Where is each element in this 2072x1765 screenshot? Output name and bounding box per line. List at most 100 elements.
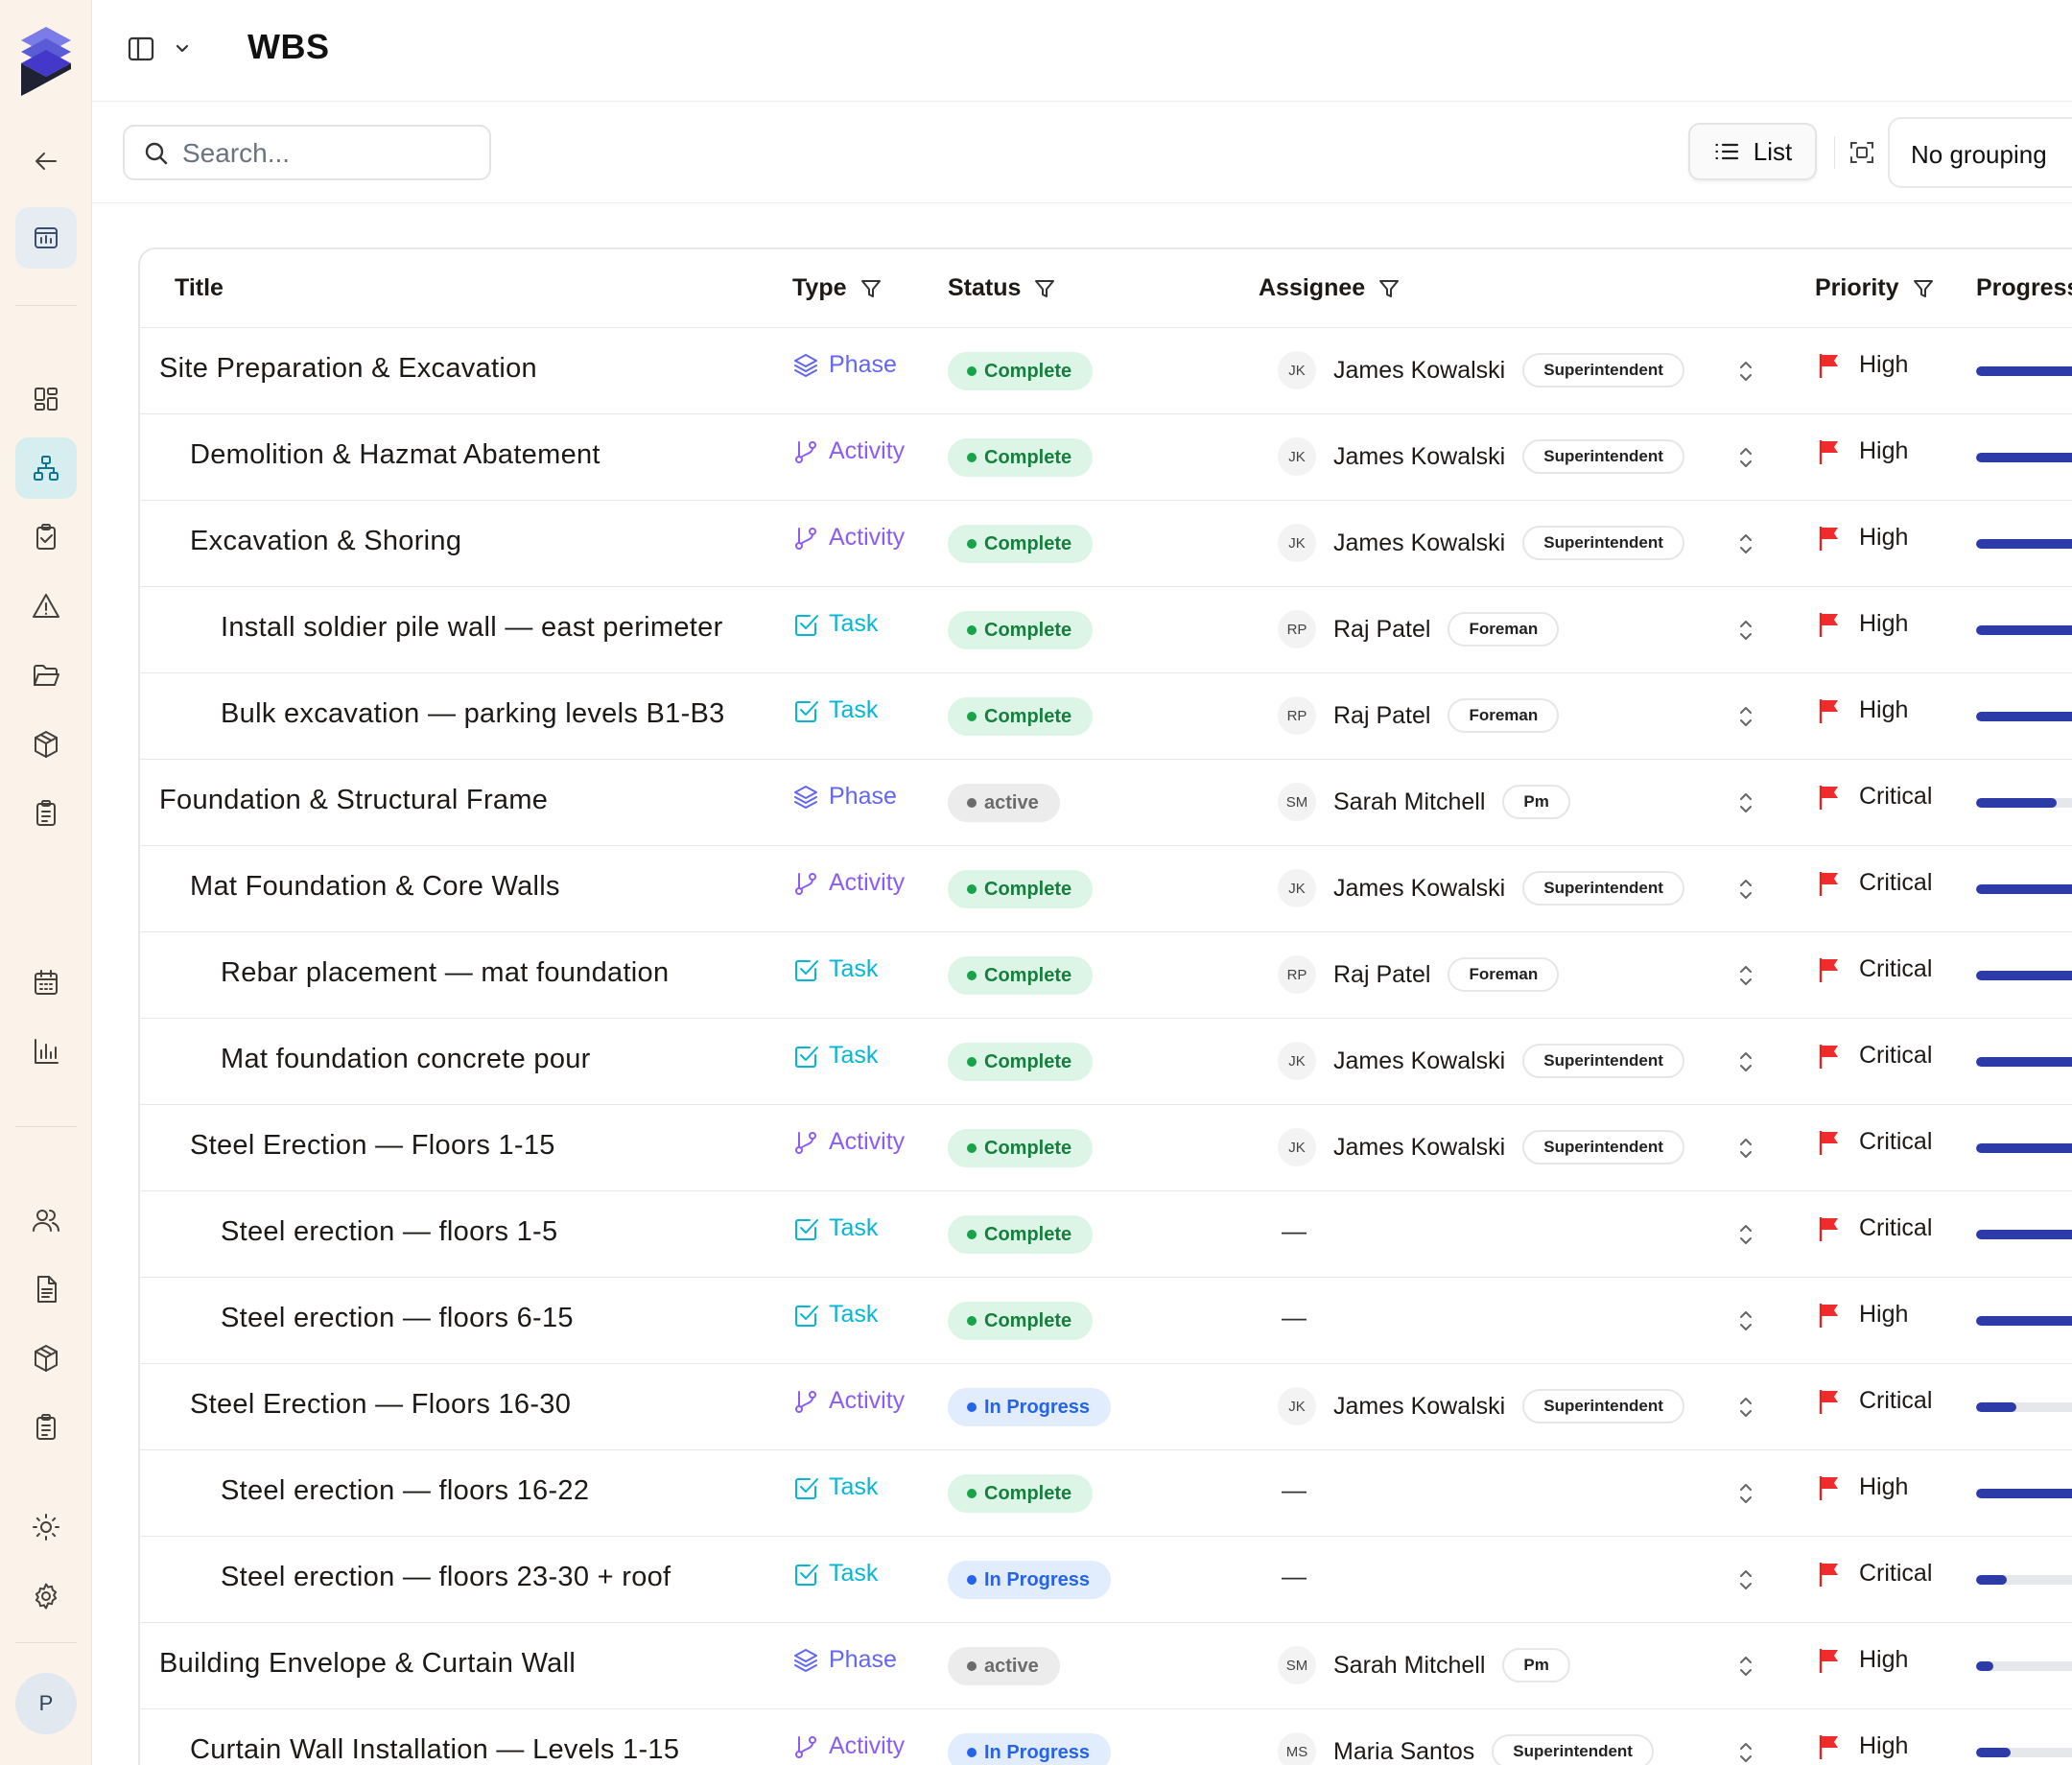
project-board-button[interactable] [15, 207, 77, 269]
status-badge[interactable]: Complete [948, 1215, 1094, 1254]
issues-nav[interactable] [15, 576, 77, 637]
search-input[interactable] [182, 136, 470, 171]
assignee-cell[interactable]: MS Maria Santos Superintendent [1278, 1732, 1654, 1765]
priority-cell[interactable]: Critical [1817, 1387, 1932, 1415]
status-badge[interactable]: Complete [948, 611, 1094, 649]
chevrons-up-down-icon[interactable] [1736, 1479, 1755, 1508]
status-badge[interactable]: In Progress [948, 1733, 1112, 1765]
table-row[interactable]: Curtain Wall Installation — Levels 1-15 A… [140, 1709, 2072, 1765]
filter-icon[interactable] [860, 278, 882, 299]
status-badge[interactable]: Complete [948, 1474, 1094, 1513]
chevrons-up-down-icon[interactable] [1736, 1565, 1755, 1594]
row-title[interactable]: Steel Erection — Floors 16-30 [190, 1389, 571, 1421]
priority-cell[interactable]: High [1817, 351, 1908, 379]
chevrons-up-down-icon[interactable] [1736, 1738, 1755, 1765]
chevron-down-icon[interactable] [173, 38, 192, 58]
team-nav[interactable] [15, 1189, 77, 1251]
status-badge[interactable]: Complete [948, 1043, 1094, 1081]
schedule-nav[interactable] [15, 952, 77, 1013]
status-badge[interactable]: In Progress [948, 1388, 1112, 1426]
settings-button[interactable] [15, 1565, 77, 1627]
layers-logo-icon[interactable] [19, 25, 73, 98]
table-row[interactable]: Install soldier pile wall — east perimet… [140, 587, 2072, 673]
inventory-nav[interactable] [15, 1328, 77, 1389]
assignee-cell[interactable]: JK James Kowalski Superintendent [1278, 351, 1684, 389]
chevrons-up-down-icon[interactable] [1736, 875, 1755, 904]
chevrons-up-down-icon[interactable] [1736, 702, 1755, 731]
table-row[interactable]: Building Envelope & Curtain Wall Phase act… [140, 1623, 2072, 1709]
reports-nav[interactable] [15, 783, 77, 844]
priority-cell[interactable]: High [1817, 1301, 1908, 1329]
status-badge[interactable]: Complete [948, 870, 1094, 908]
filter-icon[interactable] [1034, 278, 1055, 299]
table-row[interactable]: Steel erection — floors 1-5 Task Complete —… [140, 1191, 2072, 1278]
column-assignee[interactable]: Assignee [1259, 274, 1400, 302]
sidebar-toggle-icon[interactable] [127, 35, 155, 63]
row-title[interactable]: Demolition & Hazmat Abatement [190, 439, 600, 471]
status-badge[interactable]: In Progress [948, 1561, 1112, 1599]
row-title[interactable]: Steel erection — floors 23-30 + roof [221, 1562, 671, 1593]
chevrons-up-down-icon[interactable] [1736, 357, 1755, 386]
chevrons-up-down-icon[interactable] [1736, 1306, 1755, 1335]
priority-cell[interactable]: High [1817, 1473, 1908, 1501]
assignee-cell[interactable]: JK James Kowalski Superintendent [1278, 437, 1684, 476]
assignee-cell[interactable]: SM Sarah Mitchell Pm [1278, 783, 1570, 821]
filter-icon[interactable] [1378, 278, 1400, 299]
table-row[interactable]: Excavation & Shoring Activity Complete JK Ja… [140, 501, 2072, 587]
assignee-cell[interactable]: JK James Kowalski Superintendent [1278, 524, 1684, 562]
row-title[interactable]: Rebar placement — mat foundation [221, 957, 669, 989]
column-priority[interactable]: Priority [1815, 274, 1934, 302]
chevrons-up-down-icon[interactable] [1736, 1134, 1755, 1163]
priority-cell[interactable]: Critical [1817, 955, 1932, 983]
priority-cell[interactable]: High [1817, 610, 1908, 638]
priority-cell[interactable]: Critical [1817, 783, 1932, 811]
assignee-cell[interactable]: SM Sarah Mitchell Pm [1278, 1646, 1570, 1684]
chevrons-up-down-icon[interactable] [1736, 1047, 1755, 1076]
status-badge[interactable]: Complete [948, 438, 1094, 477]
priority-cell[interactable]: High [1817, 1646, 1908, 1674]
assignee-cell[interactable]: JK James Kowalski Superintendent [1278, 869, 1684, 907]
row-title[interactable]: Install soldier pile wall — east perimet… [221, 612, 723, 644]
row-title[interactable]: Steel erection — floors 16-22 [221, 1475, 589, 1507]
status-badge[interactable]: Complete [948, 525, 1094, 563]
column-progress[interactable]: Progress [1976, 274, 2072, 302]
table-row[interactable]: Steel erection — floors 16-22 Task Complet… [140, 1450, 2072, 1537]
row-title[interactable]: Excavation & Shoring [190, 526, 461, 557]
user-avatar[interactable]: P [15, 1673, 77, 1734]
row-title[interactable]: Site Preparation & Excavation [159, 353, 537, 385]
row-title[interactable]: Bulk excavation — parking levels B1-B3 [221, 698, 725, 730]
table-row[interactable]: Site Preparation & Excavation Phase Comple… [140, 328, 2072, 414]
table-row[interactable]: Demolition & Hazmat Abatement Activity Com… [140, 414, 2072, 501]
focus-scan-icon[interactable] [1848, 138, 1876, 167]
table-row[interactable]: Steel Erection — Floors 1-15 Activity Comp… [140, 1105, 2072, 1191]
assignee-cell[interactable]: JK James Kowalski Superintendent [1278, 1128, 1684, 1166]
empty-assignee[interactable]: — [1282, 1562, 1307, 1591]
chevrons-up-down-icon[interactable] [1736, 1652, 1755, 1681]
status-badge[interactable]: Complete [948, 956, 1094, 995]
chevrons-up-down-icon[interactable] [1736, 530, 1755, 558]
status-badge[interactable]: Complete [948, 1302, 1094, 1340]
assignee-cell[interactable]: RP Raj Patel Foreman [1278, 955, 1560, 994]
status-badge[interactable]: Complete [948, 352, 1094, 390]
assignee-cell[interactable]: RP Raj Patel Foreman [1278, 610, 1560, 648]
priority-cell[interactable]: Critical [1817, 1560, 1932, 1588]
chevrons-up-down-icon[interactable] [1736, 616, 1755, 645]
status-badge[interactable]: active [948, 1647, 1060, 1685]
filter-icon[interactable] [1913, 278, 1934, 299]
priority-cell[interactable]: Critical [1817, 1128, 1932, 1156]
column-type[interactable]: Type [792, 274, 882, 302]
row-title[interactable]: Steel erection — floors 6-15 [221, 1303, 574, 1334]
theme-toggle[interactable] [15, 1496, 77, 1558]
list-view-button[interactable]: List [1688, 123, 1817, 180]
chevrons-up-down-icon[interactable] [1736, 788, 1755, 817]
row-title[interactable]: Mat Foundation & Core Walls [190, 871, 560, 903]
documents-nav[interactable] [15, 1259, 77, 1320]
empty-assignee[interactable]: — [1282, 1216, 1307, 1246]
empty-assignee[interactable]: — [1282, 1475, 1307, 1505]
status-badge[interactable]: Complete [948, 697, 1094, 736]
table-row[interactable]: Steel Erection — Floors 16-30 Activity In … [140, 1364, 2072, 1450]
assignee-cell[interactable]: JK James Kowalski Superintendent [1278, 1042, 1684, 1080]
back-button[interactable] [15, 130, 77, 192]
status-badge[interactable]: Complete [948, 1129, 1094, 1167]
chevrons-up-down-icon[interactable] [1736, 1393, 1755, 1422]
